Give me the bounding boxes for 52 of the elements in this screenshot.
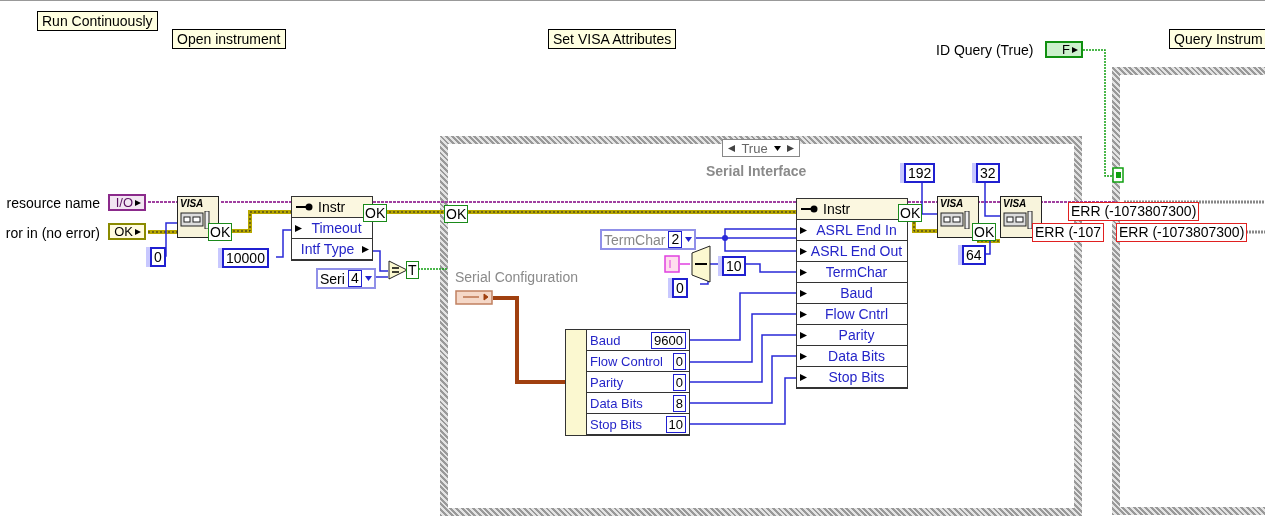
enum-index: 2 xyxy=(668,231,683,248)
field-label: Baud xyxy=(590,332,621,348)
property-label: Intf Type xyxy=(299,241,356,257)
error-out-indicator: OK xyxy=(898,204,923,222)
field-value: 10 xyxy=(665,415,686,433)
diagram-label: Open instrument xyxy=(172,29,286,49)
field-label: Stop Bits xyxy=(590,416,643,432)
diagram-label: Run Continuously xyxy=(37,11,158,31)
diagram-label: Query Instrum xyxy=(1169,29,1265,49)
enum-value: TermChar xyxy=(604,231,666,248)
field-value: 8 xyxy=(672,394,686,412)
property-label: Data Bits xyxy=(827,348,886,364)
field-label: Parity xyxy=(590,374,624,390)
control-label: resource name xyxy=(6,195,100,211)
error-indicator: ERR (-1073807300) xyxy=(1068,202,1200,221)
error-out-indicator: OK xyxy=(363,204,388,222)
error-out-indicator: OK xyxy=(208,223,233,241)
control-terminal[interactable]: OK xyxy=(108,223,146,240)
field-label: Data Bits xyxy=(590,395,643,411)
ring-index: 4 xyxy=(347,270,362,287)
property-label: Timeout xyxy=(310,220,363,236)
error-indicator: ERR (-1073807300) xyxy=(1116,223,1248,242)
subdiagram-label: Serial Interface xyxy=(706,163,807,179)
constant-label: Serial Configuration xyxy=(455,269,578,285)
property-label: TermChar xyxy=(824,264,889,280)
error-indicator: ERR (-107 xyxy=(1032,223,1105,242)
property-label: ASRL End Out xyxy=(809,243,904,259)
node-title: Instr xyxy=(318,199,346,215)
selector-value: True xyxy=(741,140,768,156)
control-terminal[interactable]: F xyxy=(1045,41,1083,58)
field-value: 0 xyxy=(672,352,686,370)
property-label: Parity xyxy=(837,327,876,343)
tunnel-indicator: OK xyxy=(444,205,469,223)
node-title: Instr xyxy=(823,201,851,217)
control-label: ID Query (True) xyxy=(936,42,1034,58)
property-label: Flow Cntrl xyxy=(824,306,889,322)
field-label: Flow Control xyxy=(590,353,663,369)
case-selector[interactable]: True xyxy=(722,139,800,157)
control-terminal[interactable]: I/O xyxy=(108,194,146,211)
control-label: ror in (no error) xyxy=(5,225,100,241)
field-value: 9600 xyxy=(651,331,686,349)
property-label: Stop Bits xyxy=(827,369,886,385)
property-label: ASRL End In xyxy=(815,222,898,238)
error-out-indicator: OK xyxy=(972,223,997,241)
node-title: VISA xyxy=(940,198,965,209)
field-value: 0 xyxy=(672,373,686,391)
ring-value: Seri xyxy=(320,270,345,287)
node-title: VISA xyxy=(1003,198,1028,209)
boolean-indicator: T xyxy=(406,261,419,279)
property-label: Baud xyxy=(839,285,874,301)
diagram-label: Set VISA Attributes xyxy=(548,29,677,49)
node-title: VISA xyxy=(180,198,205,209)
